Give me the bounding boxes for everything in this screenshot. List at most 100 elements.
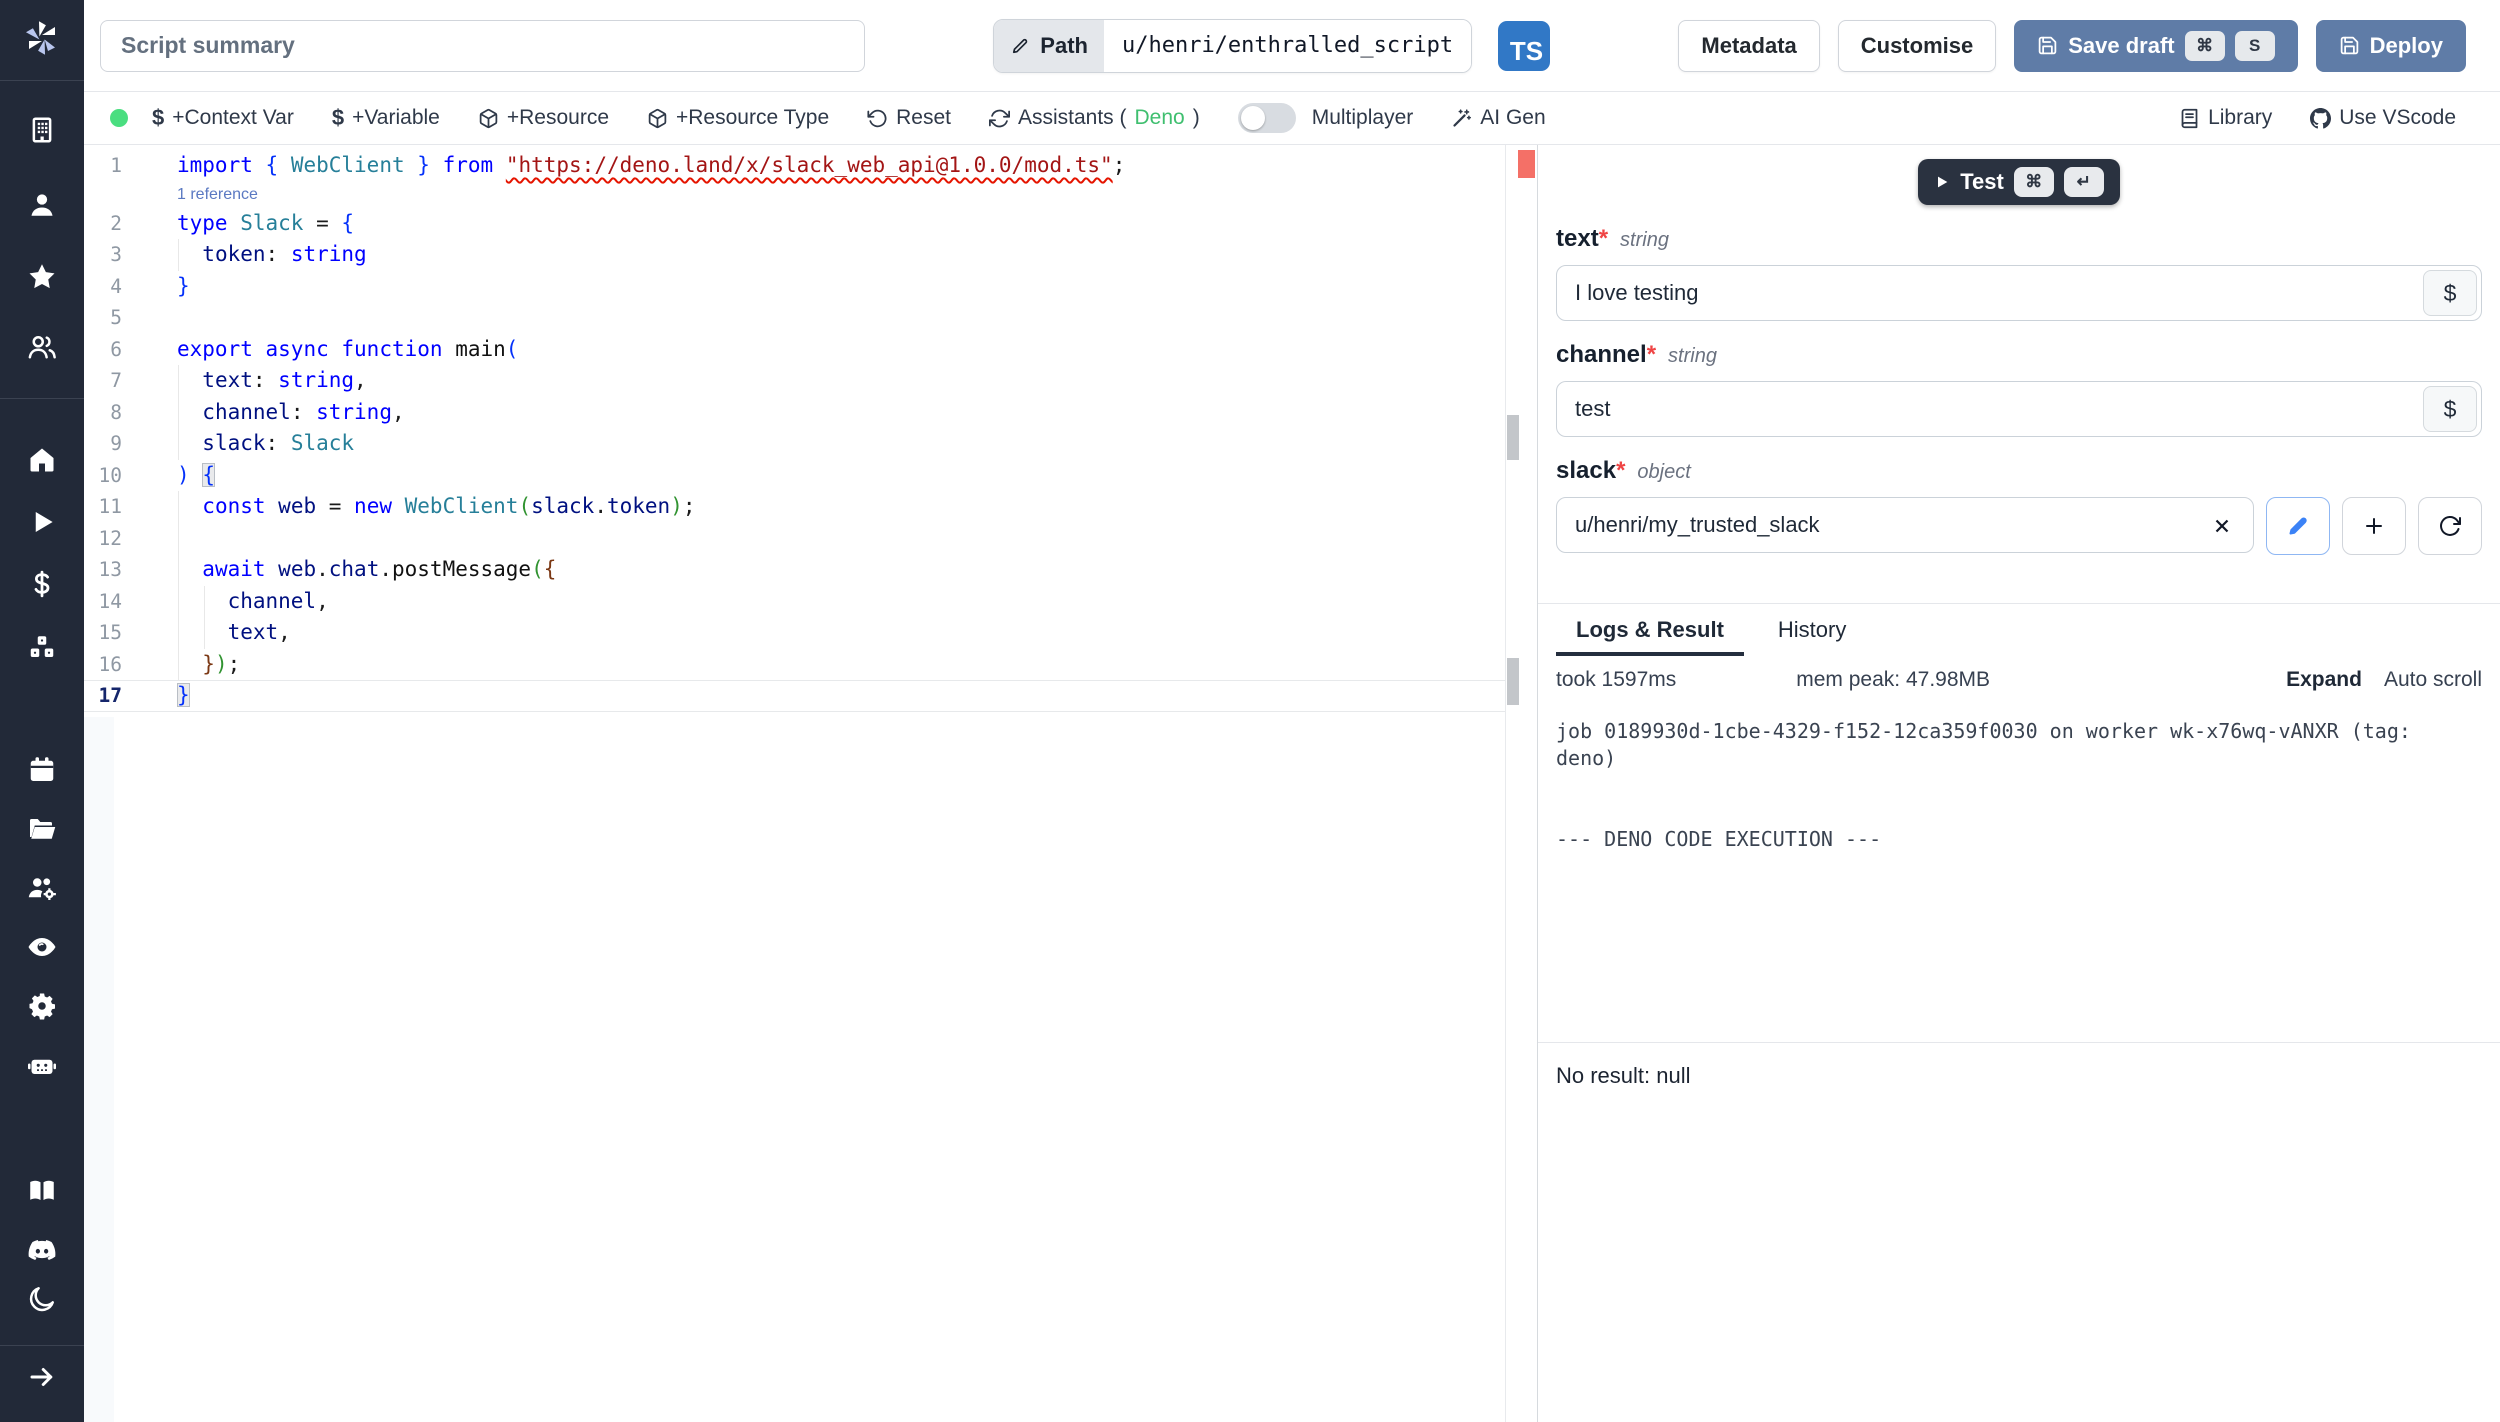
multiplayer-label: Multiplayer	[1312, 106, 1414, 130]
channel-field-input[interactable]	[1556, 381, 2482, 437]
field-label-text: text* string	[1556, 225, 2482, 257]
line-number: 16	[84, 649, 122, 681]
save-draft-button[interactable]: Save draft ⌘S	[2014, 20, 2297, 72]
windmill-logo[interactable]	[20, 16, 64, 60]
library-button[interactable]: Library	[2179, 106, 2272, 130]
line-number: 5	[84, 302, 122, 334]
pencil-icon	[1010, 36, 1030, 56]
insert-variable-button[interactable]: $	[2423, 270, 2477, 316]
indent-guide	[178, 428, 179, 460]
edit-resource-button[interactable]	[2266, 497, 2330, 555]
sidebar-item-building[interactable]	[0, 106, 84, 154]
sidebar-item-discord[interactable]	[0, 1226, 84, 1274]
sidebar-item-user[interactable]	[0, 181, 84, 229]
slack-resource-input[interactable]	[1556, 497, 2254, 553]
autoscroll-toggle[interactable]: Auto scroll	[2384, 668, 2482, 692]
path-value[interactable]: u/henri/enthralled_script	[1104, 20, 1471, 72]
add-variable-button[interactable]: $ +Variable	[332, 105, 440, 131]
cmd-key-badge: ⌘	[2185, 31, 2225, 61]
sidebar-item-folder-open[interactable]	[0, 805, 84, 853]
add-resource-button[interactable]: +Resource	[478, 106, 609, 130]
line-number: 11	[84, 491, 122, 523]
indent-guide	[178, 397, 179, 429]
line-number: 1	[84, 150, 122, 182]
sidebar-item-book-open[interactable]	[0, 1167, 84, 1215]
code-text: text: string,	[177, 365, 367, 397]
editor-toolbar: $ +Context Var $ +Variable +Resource +Re…	[84, 92, 2500, 145]
code-line-13: 13 await web.chat.postMessage({	[84, 554, 1505, 586]
multiplayer-toggle[interactable]	[1238, 103, 1296, 133]
code-text: token: string	[177, 239, 367, 271]
scrollbar-handle[interactable]	[1507, 658, 1519, 705]
add-resource-button[interactable]	[2342, 497, 2406, 555]
users-cog-icon	[27, 873, 57, 903]
deploy-label: Deploy	[2370, 33, 2443, 59]
sidebar-item-eye[interactable]	[0, 923, 84, 971]
deploy-button[interactable]: Deploy	[2316, 20, 2466, 72]
add-resource-type-button[interactable]: +Resource Type	[647, 106, 829, 130]
sidebar-item-users-cog[interactable]	[0, 864, 84, 912]
path-badge[interactable]: Path u/henri/enthralled_script	[993, 19, 1472, 73]
text-field-input[interactable]	[1556, 265, 2482, 321]
calendar-icon	[27, 755, 57, 785]
code-editor[interactable]: 1 import { WebClient } from "https://deno…	[84, 145, 1537, 1422]
sidebar-item-home[interactable]	[0, 436, 84, 484]
sidebar-item-play[interactable]	[0, 498, 84, 546]
assistants-label-close: )	[1193, 106, 1200, 130]
sidebar-item-gear[interactable]	[0, 982, 84, 1030]
sidebar-item-dollar[interactable]	[0, 560, 84, 608]
book-icon	[2179, 108, 2200, 129]
code-line-5: 5	[84, 302, 1505, 334]
home-icon	[27, 445, 57, 475]
add-context-var-label: +Context Var	[172, 106, 294, 130]
refresh-icon	[989, 108, 1010, 129]
refresh-resource-button[interactable]	[2418, 497, 2482, 555]
tab-history[interactable]: History	[1758, 604, 1866, 656]
arrow-right-icon	[27, 1362, 57, 1392]
metadata-button[interactable]: Metadata	[1678, 20, 1819, 72]
code-line-16: 16 });	[84, 649, 1505, 681]
test-button[interactable]: Test ⌘↵	[1918, 159, 2120, 205]
insert-variable-button[interactable]: $	[2423, 386, 2477, 432]
sidebar-item-calendar[interactable]	[0, 746, 84, 794]
add-context-var-button[interactable]: $ +Context Var	[152, 105, 294, 131]
sidebar-item-boxes[interactable]	[0, 624, 84, 672]
sidebar-divider	[0, 80, 84, 81]
folder-open-icon	[27, 814, 57, 844]
sidebar-item-users[interactable]	[0, 323, 84, 371]
toggle-knob	[1241, 106, 1265, 130]
code-line-4: 4}	[84, 271, 1505, 303]
assistants-lang-label: Deno	[1135, 106, 1185, 130]
use-vscode-button[interactable]: Use VScode	[2310, 106, 2456, 130]
ai-gen-button[interactable]: AI Gen	[1451, 106, 1545, 130]
discord-icon	[27, 1235, 57, 1265]
code-text: export async function main(	[177, 334, 518, 366]
dollar-icon	[27, 569, 57, 599]
indent-guide	[178, 365, 179, 397]
line-number: 4	[84, 271, 122, 303]
sidebar-item-moon[interactable]	[0, 1275, 84, 1323]
topbar-actions: Metadata Customise Save draft ⌘S Deploy	[1678, 20, 2466, 72]
expand-button[interactable]: Expand	[2286, 668, 2362, 692]
indent-guide	[178, 554, 179, 586]
sidebar-item-star[interactable]	[0, 253, 84, 301]
assistants-button[interactable]: Assistants (Deno)	[989, 106, 1200, 130]
script-summary-input[interactable]	[100, 20, 865, 72]
field-type: object	[1637, 461, 1690, 484]
code-line-17: 17}	[84, 680, 1505, 712]
code-text: const web = new WebClient(slack.token);	[177, 491, 696, 523]
code-text: import { WebClient } from "https://deno.…	[177, 150, 1125, 182]
clear-resource-button[interactable]	[2200, 497, 2244, 555]
customise-button[interactable]: Customise	[1838, 20, 1996, 72]
editor-scrollbar[interactable]	[1505, 145, 1537, 1422]
editor-gutter	[84, 717, 114, 1422]
indent-guide	[178, 239, 179, 271]
codelens-reference[interactable]: 1 reference	[177, 182, 1505, 208]
sidebar-item-robot[interactable]	[0, 1042, 84, 1090]
scrollbar-handle[interactable]	[1507, 415, 1519, 460]
tab-logs-result[interactable]: Logs & Result	[1556, 604, 1744, 656]
sidebar-item-arrow-right[interactable]	[0, 1353, 84, 1401]
reset-button[interactable]: Reset	[867, 106, 951, 130]
ai-gen-label: AI Gen	[1480, 106, 1545, 130]
line-number: 14	[84, 586, 122, 618]
